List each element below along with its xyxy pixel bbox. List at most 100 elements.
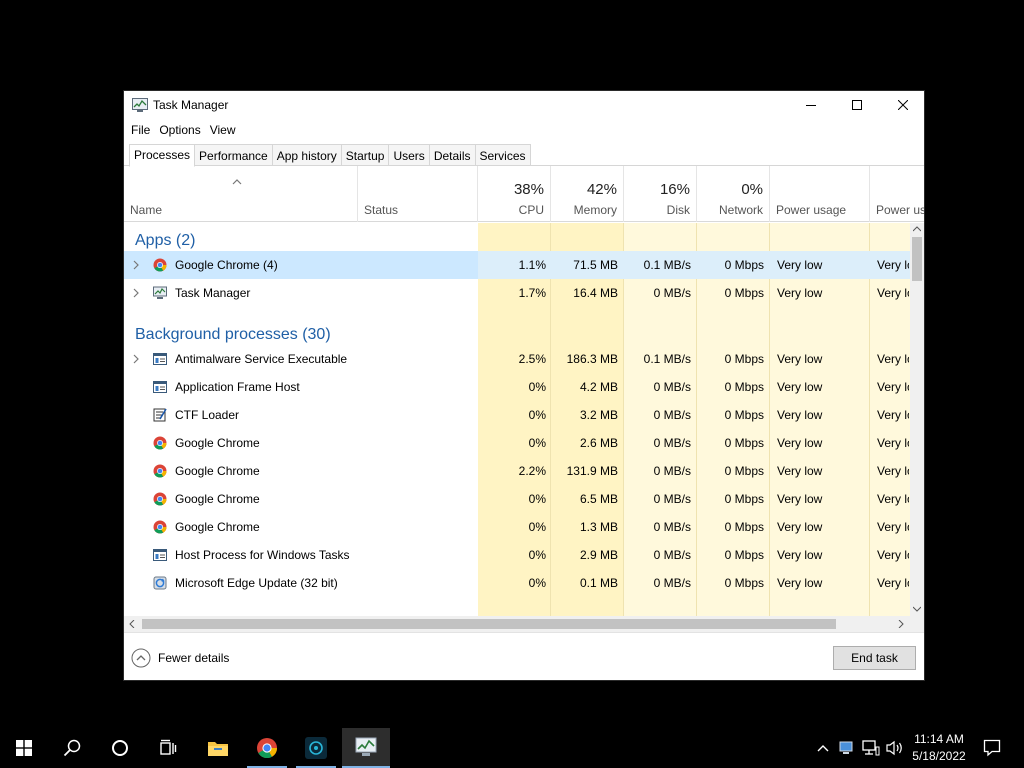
column-disk[interactable]: 16% Disk: [624, 166, 697, 222]
show-hidden-icons-button[interactable]: [812, 728, 834, 768]
task-view-button[interactable]: [144, 728, 192, 768]
horizontal-scroll-thumb[interactable]: [142, 619, 836, 629]
column-cpu-label: CPU: [518, 203, 544, 217]
process-power-usage: Very low: [777, 576, 823, 590]
process-network: 0 Mbps: [724, 380, 764, 394]
service-icon: [153, 549, 167, 561]
tab-services[interactable]: Services: [475, 144, 531, 166]
title-bar[interactable]: Task Manager: [124, 91, 924, 119]
search-button[interactable]: [48, 728, 96, 768]
tab-details[interactable]: Details: [429, 144, 476, 166]
process-memory: 1.3 MB: [579, 520, 618, 534]
chevron-up-icon: [817, 745, 829, 752]
process-name: Microsoft Edge Update (32 bit): [175, 576, 338, 590]
vertical-scrollbar[interactable]: [910, 223, 924, 616]
window-title: Task Manager: [153, 98, 229, 112]
column-status[interactable]: Status: [358, 166, 478, 222]
tab-startup[interactable]: Startup: [341, 144, 390, 166]
process-row[interactable]: Task Manager 1.7% 16.4 MB 0 MB/s 0 Mbps Very …: [124, 279, 910, 307]
action-center-button[interactable]: [980, 728, 1004, 768]
app-taskbar-button[interactable]: [292, 728, 340, 768]
column-header: Name Status 38% CPU 42% Memory 16% Disk …: [124, 166, 924, 222]
column-memory[interactable]: 42% Memory: [551, 166, 624, 222]
tray-app-button[interactable]: [836, 728, 856, 768]
process-cpu: 0%: [528, 520, 546, 534]
process-row[interactable]: Google Chrome 2.2% 131.9 MB 0 MB/s 0 Mbps Ver…: [124, 457, 910, 485]
end-task-button[interactable]: End task: [833, 646, 916, 670]
column-network[interactable]: 0% Network: [697, 166, 770, 222]
process-row[interactable]: Host Process for Windows Tasks 0% 2.9 MB 0 …: [124, 541, 910, 569]
process-name: Google Chrome: [175, 492, 260, 506]
scroll-down-icon[interactable]: [913, 606, 921, 612]
file-explorer-button[interactable]: [194, 728, 242, 768]
process-memory: 16.4 MB: [573, 286, 618, 300]
tab-bar: Processes Performance App history Startu…: [129, 144, 531, 167]
minimize-button[interactable]: [788, 91, 834, 119]
menu-view[interactable]: View: [203, 121, 236, 141]
process-row[interactable]: Google Chrome 0% 1.3 MB 0 MB/s 0 Mbps Very lo…: [124, 513, 910, 541]
fewer-details-button[interactable]: Fewer details: [131, 648, 229, 668]
network-total-percent: 0%: [741, 181, 763, 198]
scroll-right-icon[interactable]: [898, 620, 904, 628]
menu-file[interactable]: File: [124, 121, 150, 141]
task-manager-window: Task Manager File Options View Processes…: [123, 90, 925, 681]
volume-tray-button[interactable]: [884, 728, 906, 768]
scroll-left-icon[interactable]: [129, 620, 135, 628]
process-network: 0 Mbps: [724, 520, 764, 534]
process-disk: 0 MB/s: [653, 492, 691, 506]
process-name: Antimalware Service Executable: [175, 352, 348, 366]
process-cpu: 1.7%: [518, 286, 546, 300]
process-row[interactable]: Application Frame Host 0% 4.2 MB 0 MB/s 0 Mb…: [124, 373, 910, 401]
process-power-trend: Very lo: [877, 492, 909, 506]
process-row[interactable]: Google Chrome 0% 2.6 MB 0 MB/s 0 Mbps Very lo…: [124, 429, 910, 457]
process-network: 0 Mbps: [724, 436, 764, 450]
process-name: Application Frame Host: [175, 380, 300, 394]
column-network-label: Network: [718, 203, 763, 217]
process-row[interactable]: Google Chrome 0% 6.5 MB 0 MB/s 0 Mbps Very lo…: [124, 485, 910, 513]
volume-icon: [886, 740, 902, 756]
chevron-right-icon[interactable]: [133, 354, 139, 364]
tab-processes[interactable]: Processes: [129, 144, 196, 167]
tray-monitor-icon: [839, 741, 853, 754]
process-network: 0 Mbps: [724, 464, 764, 478]
process-memory: 6.5 MB: [579, 492, 618, 506]
close-button[interactable]: [880, 91, 924, 119]
vertical-scroll-thumb[interactable]: [912, 237, 922, 281]
service-icon: [153, 353, 167, 365]
clock[interactable]: 11:14 AM 5/18/2022: [906, 731, 972, 765]
process-row[interactable]: Microsoft Edge Update (32 bit) 0% 0.1 MB 0 …: [124, 569, 910, 597]
process-row[interactable]: Antimalware Service Executable 2.5% 186.3 …: [124, 345, 910, 373]
process-name: CTF Loader: [175, 408, 240, 422]
process-memory: 4.2 MB: [579, 380, 618, 394]
column-power-usage[interactable]: Power usage: [770, 166, 870, 222]
clock-date: 5/18/2022: [912, 749, 966, 763]
process-row[interactable]: Google Chrome (4) 1.1% 71.5 MB 0.1 MB/s 0 Mb…: [124, 251, 910, 279]
menu-options[interactable]: Options: [152, 121, 200, 141]
notification-icon: [983, 739, 1001, 757]
chevron-right-icon[interactable]: [133, 288, 139, 298]
process-disk: 0 MB/s: [653, 548, 691, 562]
start-button[interactable]: [0, 728, 48, 768]
process-disk: 0 MB/s: [653, 520, 691, 534]
process-power-trend: Very lo: [877, 380, 909, 394]
tab-app-history[interactable]: App history: [272, 144, 342, 166]
horizontal-scrollbar[interactable]: [124, 616, 910, 632]
chrome-icon: [153, 436, 167, 450]
network-tray-button[interactable]: [860, 728, 882, 768]
chevron-right-icon[interactable]: [133, 260, 139, 270]
tab-users[interactable]: Users: [389, 144, 430, 166]
cortana-button[interactable]: [96, 728, 144, 768]
process-row[interactable]: CTF Loader 0% 3.2 MB 0 MB/s 0 Mbps Very low Ve…: [124, 401, 910, 429]
edge-update-icon: [153, 576, 167, 590]
column-memory-label: Memory: [573, 203, 617, 217]
process-power-usage: Very low: [777, 548, 823, 562]
maximize-button[interactable]: [834, 91, 880, 119]
tab-performance[interactable]: Performance: [195, 144, 273, 166]
task-manager-taskbar-button[interactable]: [342, 728, 390, 768]
column-name[interactable]: Name: [124, 166, 358, 222]
scroll-up-icon[interactable]: [913, 226, 921, 232]
chrome-taskbar-button[interactable]: [243, 728, 291, 768]
column-cpu[interactable]: 38% CPU: [478, 166, 551, 222]
column-power-trend[interactable]: Power us: [870, 166, 924, 222]
search-icon: [63, 739, 81, 757]
